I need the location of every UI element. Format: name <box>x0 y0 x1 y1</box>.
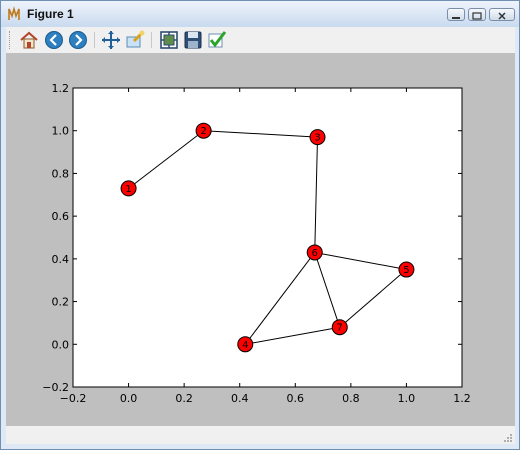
navigation-toolbar <box>6 27 515 54</box>
toolbar-separator <box>151 32 152 48</box>
graph-plot[interactable]: −0.2 0.0 0.2 0.4 0.6 0.8 1.0 1.2 −0.20.00.20.40… <box>6 53 515 426</box>
move-arrows-icon <box>102 31 120 49</box>
resize-grip-icon[interactable] <box>503 433 513 443</box>
matplotlib-app-icon <box>8 6 20 20</box>
x-tick-label: 0.8 <box>342 392 360 405</box>
maximize-button[interactable] <box>468 8 486 21</box>
node-label-7: 7 <box>337 323 343 334</box>
zoom-rectangle-icon <box>126 30 145 48</box>
home-button[interactable] <box>18 29 40 51</box>
checkmark-icon <box>208 31 227 48</box>
node-label-1: 1 <box>125 184 131 195</box>
forward-button[interactable] <box>67 29 89 51</box>
y-tick-label: −0.2 <box>42 381 69 394</box>
home-icon <box>20 31 38 49</box>
minimize-button[interactable] <box>447 8 465 21</box>
save-button[interactable] <box>182 29 204 51</box>
close-button[interactable] <box>489 8 515 21</box>
node-label-6: 6 <box>312 248 318 259</box>
minimize-icon <box>452 17 460 19</box>
back-arrow-icon <box>45 31 63 49</box>
y-tick-label: 0.4 <box>52 253 70 266</box>
forward-arrow-icon <box>69 31 87 49</box>
x-tick-label: 0.6 <box>287 392 305 405</box>
node-label-5: 5 <box>403 265 409 276</box>
node-label-3: 3 <box>314 133 320 144</box>
status-bar <box>6 426 515 444</box>
maximize-icon <box>472 12 482 20</box>
zoom-button[interactable] <box>124 29 146 51</box>
x-tick-label: 0.4 <box>231 392 249 405</box>
axes-area[interactable] <box>72 87 463 388</box>
close-icon <box>498 12 506 20</box>
window-title: Figure 1 <box>27 7 74 21</box>
toolbar-separator <box>94 32 95 48</box>
x-tick-label: 1.2 <box>453 392 471 405</box>
y-tick-label: 0.8 <box>52 167 70 180</box>
floppy-disk-icon <box>184 31 202 49</box>
y-tick-label: 0.2 <box>52 296 70 309</box>
toolbar-grip[interactable] <box>9 31 12 49</box>
y-tick-label: 0.0 <box>52 338 70 351</box>
subplots-icon <box>160 31 178 49</box>
configure-subplots-button[interactable] <box>158 29 180 51</box>
x-tick-label: 1.0 <box>398 392 416 405</box>
figure-window: Figure 1 −0.2 0.0 0.2 0.4 0.6 0.8 1.0 1.… <box>0 0 520 450</box>
figure-canvas[interactable]: −0.2 0.0 0.2 0.4 0.6 0.8 1.0 1.2 −0.2 0.0 0.2 0.4 0… <box>6 53 515 426</box>
x-tick-label: 0.2 <box>175 392 193 405</box>
pan-button[interactable] <box>100 29 122 51</box>
y-tick-label: 1.2 <box>52 82 70 95</box>
node-label-2: 2 <box>200 126 206 137</box>
x-tick-label: 0.0 <box>120 392 138 405</box>
edit-parameters-button[interactable] <box>206 29 228 51</box>
title-bar[interactable]: Figure 1 <box>1 1 519 27</box>
y-tick-label: 1.0 <box>52 125 70 138</box>
y-tick-label: 0.6 <box>52 210 70 223</box>
back-button[interactable] <box>43 29 65 51</box>
node-label-4: 4 <box>242 340 248 351</box>
